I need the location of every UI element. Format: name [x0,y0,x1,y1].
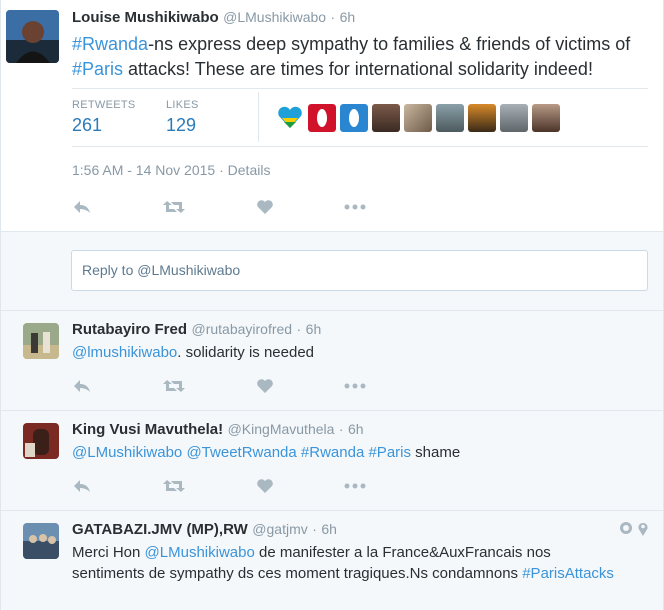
like-icon[interactable] [256,199,274,215]
main-tweet: Louise Mushikiwabo @LMushikiwabo · 6h #R… [1,0,663,231]
reply-placeholder: Reply to @LMushikiwabo [82,262,241,278]
tweet-text-segment: Merci Hon [72,544,145,561]
time-separator: · [296,321,302,337]
likes-label: LIKES [166,99,199,111]
timestamp-text[interactable]: 1:56 AM - 14 Nov 2015 [72,162,215,178]
tweet-text-segment: attacks! These are times for internation… [123,59,593,79]
tweet-header: Louise Mushikiwabo @LMushikiwabo · 6h [72,9,355,27]
retweets-label: RETWEETS [72,99,136,111]
tweet-header: GATABAZI.JMV (MP),RW @gatjmv · 6h [72,521,337,539]
more-icon[interactable] [344,383,366,389]
likers-avatars [276,104,560,132]
time-separator: · [330,9,336,25]
like-icon[interactable] [256,378,274,394]
mention-link[interactable]: @LMushikiwabo [145,544,255,561]
retweet-icon[interactable] [162,378,186,394]
location-pin-icon[interactable] [637,521,649,537]
reply-tweet[interactable]: Rutabayiro Fred @rutabayirofred · 6h @lm… [1,311,663,411]
tweet-meta-icons [619,521,649,537]
tweet-text: @lmushikiwabo. solidarity is needed [72,342,627,363]
divider [72,88,648,89]
mention-link[interactable]: @LMushikiwabo [72,444,182,461]
retweets-count[interactable]: 261 [72,115,136,136]
tweet-text-segment: . solidarity is needed [177,344,315,361]
reply-input[interactable]: Reply to @LMushikiwabo [71,250,648,291]
tweet-timestamp: 1:56 AM - 14 Nov 2015 · Details [72,162,270,178]
tweet-actions [72,199,366,215]
liker-avatar[interactable] [468,104,496,132]
globe-icon[interactable] [619,521,633,535]
mention-link[interactable]: @lmushikiwabo [72,344,177,361]
tweet-text: #Rwanda-ns express deep sympathy to fami… [72,32,652,82]
author-handle[interactable]: @KingMavuthela [228,421,335,437]
hashtag-link[interactable]: #Paris [72,59,123,79]
liker-avatar[interactable] [308,104,336,132]
hashtag-link[interactable]: #ParisAttacks [522,565,614,582]
reply-tweet[interactable]: King Vusi Mavuthela! @KingMavuthela · 6h… [1,411,663,511]
author-handle[interactable]: @gatjmv [252,521,307,537]
more-icon[interactable] [344,204,366,210]
reply-icon[interactable] [72,478,92,494]
likes-stat[interactable]: LIKES 129 [166,99,199,136]
like-icon[interactable] [256,478,274,494]
more-icon[interactable] [344,483,366,489]
retweet-icon[interactable] [162,478,186,494]
liker-avatar[interactable] [276,104,304,132]
avatar[interactable] [23,523,59,559]
liker-avatar[interactable] [532,104,560,132]
tweet-time[interactable]: 6h [321,521,337,537]
time-separator: · [312,521,317,537]
avatar[interactable] [23,323,59,359]
tweet-text: @LMushikiwabo @TweetRwanda #Rwanda #Pari… [72,442,627,463]
author-name[interactable]: GATABAZI.JMV (MP),RW [72,521,248,538]
likes-count[interactable]: 129 [166,115,199,136]
divider [72,146,648,147]
tweet-time[interactable]: 6h [306,321,322,337]
reply-icon[interactable] [72,378,92,394]
author-name[interactable]: Louise Mushikiwabo [72,9,219,26]
liker-avatar[interactable] [404,104,432,132]
tweet-text-segment: shame [411,444,461,461]
liker-avatar[interactable] [436,104,464,132]
tweet-header: King Vusi Mavuthela! @KingMavuthela · 6h [72,421,364,439]
liker-avatar[interactable] [340,104,368,132]
avatar[interactable] [6,10,59,63]
tweet-text-segment: -ns express deep sympathy to families & … [148,34,631,54]
retweets-stat[interactable]: RETWEETS 261 [72,99,136,136]
author-name[interactable]: King Vusi Mavuthela! [72,421,223,438]
tweet-time[interactable]: 6h [348,421,364,437]
author-name[interactable]: Rutabayiro Fred [72,321,187,338]
tweet-header: Rutabayiro Fred @rutabayirofred · 6h [72,321,321,339]
avatar[interactable] [23,423,59,459]
tweet-detail-frame: Louise Mushikiwabo @LMushikiwabo · 6h #R… [0,0,664,610]
mention-link[interactable]: @TweetRwanda [186,444,296,461]
reply-icon[interactable] [72,199,92,215]
tweet-actions [72,478,366,494]
reply-bar: Reply to @LMushikiwabo [1,231,663,311]
author-handle[interactable]: @LMushikiwabo [223,9,326,25]
reply-tweet[interactable]: GATABAZI.JMV (MP),RW @gatjmv · 6h Merci … [1,511,663,610]
tweet-actions [72,378,366,394]
time-separator: · [338,421,344,437]
author-handle[interactable]: @rutabayirofred [191,321,292,337]
details-link[interactable]: Details [228,162,271,178]
divider [258,92,259,142]
retweet-icon[interactable] [162,199,186,215]
tweet-time[interactable]: 6h [340,9,356,25]
tweet-text: Merci Hon @LMushikiwabo de manifester a … [72,542,627,584]
hashtag-link[interactable]: #Rwanda [301,444,364,461]
time-separator: · [219,162,228,178]
hashtag-link[interactable]: #Paris [368,444,411,461]
liker-avatar[interactable] [500,104,528,132]
liker-avatar[interactable] [372,104,400,132]
hashtag-link[interactable]: #Rwanda [72,34,148,54]
